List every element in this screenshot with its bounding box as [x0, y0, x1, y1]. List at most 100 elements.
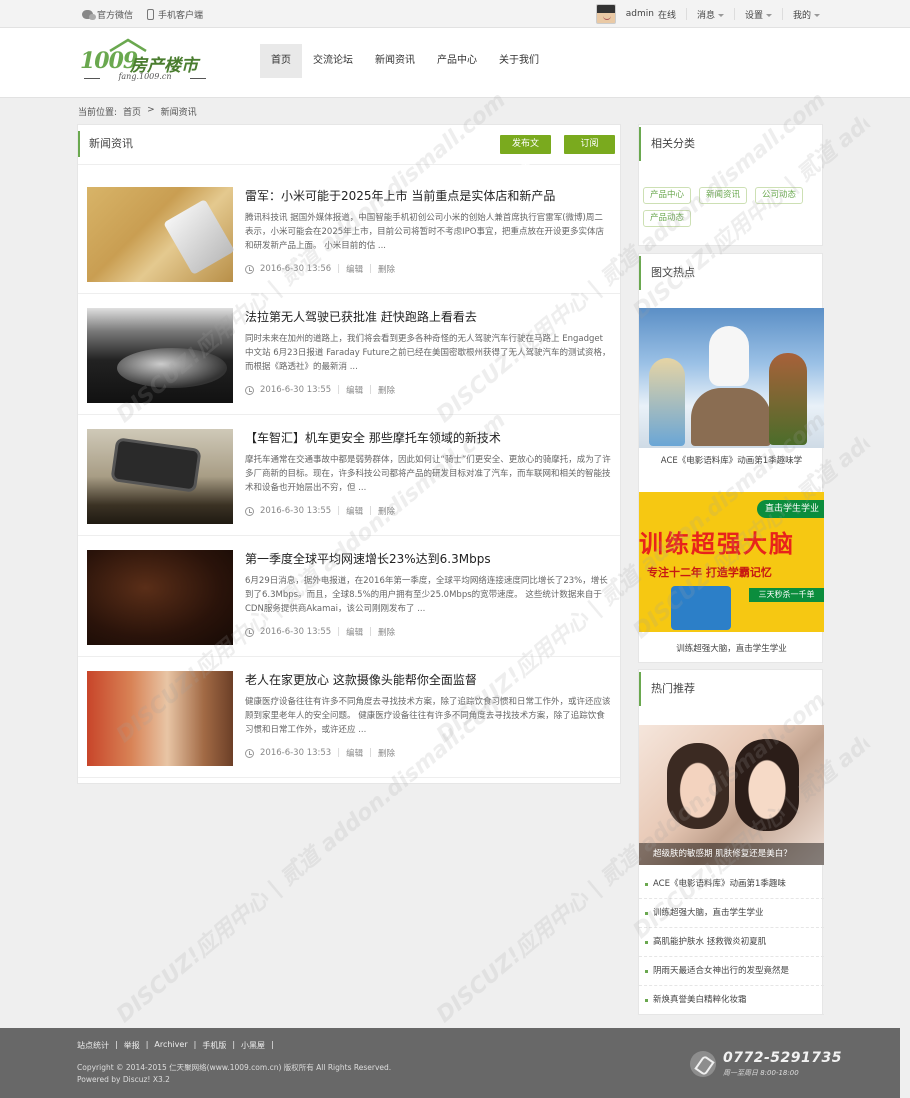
article-thumbnail[interactable]: [87, 671, 233, 766]
nav-news[interactable]: 新闻资讯: [364, 44, 426, 78]
article-thumbnail[interactable]: [87, 550, 233, 645]
list-item[interactable]: 高肌能护肤水 拯救微炎初夏肌: [639, 928, 824, 957]
nav-forum[interactable]: 交流论坛: [302, 44, 364, 78]
article-title[interactable]: 老人在家更放心 这款摄像头能帮你全面监督: [245, 671, 477, 688]
phone-icon: [690, 1051, 716, 1077]
tag-news[interactable]: 新闻资讯: [699, 187, 748, 204]
article-title[interactable]: 【车智汇】机车更安全 那些摩托车领域的新技术: [245, 429, 501, 446]
divider: |: [193, 1040, 197, 1049]
edit-link[interactable]: 编辑: [346, 747, 363, 759]
news-list-title: 新闻资讯: [78, 131, 133, 157]
article-title[interactable]: 第一季度全球平均网速增长23%达到6.3Mbps: [245, 550, 491, 567]
edit-link[interactable]: 编辑: [346, 384, 363, 396]
hotspot-image[interactable]: [639, 308, 824, 448]
divider: |: [337, 506, 341, 516]
divider: |: [337, 627, 341, 637]
divider: |: [369, 385, 372, 395]
wechat-link[interactable]: 官方微信: [82, 8, 133, 21]
avatar[interactable]: [595, 4, 616, 24]
site-logo[interactable]: 1009 房产楼市 fang.1009.cn: [80, 38, 210, 86]
image-figure: [709, 326, 749, 386]
top-bar: 官方微信 手机客户端 admin 在线 消息 设置 我的: [0, 0, 910, 28]
hot-image[interactable]: 超级肤的敏感期 肌肤修复还是美白？: [639, 725, 824, 865]
article-meta: 2016-6-30 13:56 | 编辑 | 删除: [245, 263, 395, 275]
article-time: 2016-6-30 13:53: [260, 748, 332, 758]
username[interactable]: admin: [626, 9, 654, 19]
delete-link[interactable]: 删除: [378, 505, 395, 517]
footer-link-archiver[interactable]: Archiver: [154, 1040, 187, 1051]
online-status: 在线: [657, 10, 676, 21]
article-title[interactable]: 雷军：小米可能于2025年上市 当前重点是实体店和新产品: [245, 187, 555, 204]
tag-products[interactable]: 产品中心: [643, 187, 692, 204]
breadcrumb-home[interactable]: 首页: [123, 105, 141, 118]
settings-menu[interactable]: 设置: [745, 8, 772, 21]
site-header: 1009 房产楼市 fang.1009.cn 首页 交流论坛 新闻资讯 产品中心…: [0, 28, 910, 98]
news-list-panel: 新闻资讯 发布文章 订阅 雷军：小米可能于2025年上市 当前重点是实体店和新产…: [77, 124, 621, 784]
tag-product-news[interactable]: 产品动态: [643, 210, 692, 227]
article-thumbnail[interactable]: [87, 429, 233, 524]
article-thumbnail[interactable]: [87, 308, 233, 403]
list-item[interactable]: ACE《电影语料库》动画第1季趣味: [639, 870, 824, 899]
service-hours: 周一至周日 8:00-18:00: [723, 1069, 799, 1077]
divider: |: [115, 1040, 118, 1049]
footer-link-report[interactable]: 举报: [124, 1040, 140, 1051]
breadcrumb-separator: >: [147, 105, 155, 115]
banner-small: 三天秒杀一千单: [749, 588, 824, 602]
article-summary: 同时未来在加州的道路上，我们将会看到更多各种奇怪的无人驾驶汽车行驶在马路上 En…: [245, 334, 611, 372]
footer-link-blackroom[interactable]: 小黑屋: [241, 1040, 265, 1051]
hot-image-caption: 超级肤的敏感期 肌肤修复还是美白？: [639, 843, 824, 865]
clock-icon: [245, 264, 254, 274]
list-item: 法拉第无人驾驶已获批准 赶快跑路上看看去 同时未来在加州的道路上，我们将会看到更…: [78, 294, 620, 415]
divider: |: [369, 748, 372, 758]
nav-home[interactable]: 首页: [260, 44, 302, 78]
messages-menu[interactable]: 消息: [697, 8, 724, 21]
clock-icon: [245, 506, 254, 516]
delete-link[interactable]: 删除: [378, 747, 395, 759]
edit-link[interactable]: 编辑: [346, 626, 363, 638]
breadcrumb-current[interactable]: 新闻资讯: [161, 105, 197, 118]
related-categories-panel: 相关分类 产品中心 新闻资讯 公司动态 产品动态: [638, 124, 823, 246]
delete-link[interactable]: 删除: [378, 626, 395, 638]
mine-menu[interactable]: 我的: [793, 8, 820, 21]
footer-link-stats[interactable]: 站点统计: [77, 1040, 109, 1051]
messages-label: 消息: [696, 10, 715, 21]
subscribe-button[interactable]: 订阅: [564, 135, 615, 154]
clock-icon: [245, 627, 254, 637]
phone-icon: [147, 8, 155, 20]
tag-company[interactable]: 公司动态: [755, 187, 804, 204]
divider: |: [337, 385, 341, 395]
edit-link[interactable]: 编辑: [346, 505, 363, 517]
site-footer: 站点统计 | 举报 | Archiver | 手机版 | 小黑屋 | Copyright …: [0, 1028, 900, 1098]
publish-article-button[interactable]: 发布文章: [500, 135, 551, 168]
nav-about[interactable]: 关于我们: [488, 44, 550, 78]
mobile-app-link[interactable]: 手机客户端: [147, 8, 203, 21]
delete-link[interactable]: 删除: [378, 263, 395, 275]
hotspot-caption[interactable]: 训练超强大脑，直击学生学业: [639, 642, 824, 654]
article-thumbnail[interactable]: [87, 187, 233, 282]
list-item[interactable]: 新焕真誉美白精粹化妆霜: [639, 986, 824, 1015]
edit-link[interactable]: 编辑: [346, 263, 363, 275]
image-figure: [649, 358, 685, 446]
list-item[interactable]: 训练超强大脑，直击学生学业: [639, 899, 824, 928]
article-summary: 摩托车通常在交通事故中都是弱势群体，因此如何让“骑士”们更安全、更放心的骑摩托，…: [245, 455, 611, 493]
footer-link-mobile[interactable]: 手机版: [202, 1040, 226, 1051]
image-figure: [769, 353, 807, 445]
nav-products[interactable]: 产品中心: [426, 44, 488, 78]
banner-headline: 训练超强大脑: [639, 530, 795, 558]
category-tags: 产品中心 新闻资讯 公司动态 产品动态: [643, 187, 823, 227]
divider: |: [369, 264, 372, 274]
divider: [781, 8, 783, 20]
delete-link[interactable]: 删除: [378, 384, 395, 396]
article-meta: 2016-6-30 13:55 | 编辑 | 删除: [245, 505, 395, 517]
clock-icon: [245, 385, 254, 395]
mine-label: 我的: [792, 10, 811, 21]
divider: [685, 8, 687, 20]
divider: |: [337, 264, 341, 274]
divider: |: [369, 506, 372, 516]
hotspot-image[interactable]: 直击学生学业 训练超强大脑 专注十二年 打造学霸记忆 三天秒杀一千单: [639, 492, 824, 632]
article-meta: 2016-6-30 13:53 | 编辑 | 删除: [245, 747, 395, 759]
article-meta: 2016-6-30 13:55 | 编辑 | 删除: [245, 384, 395, 396]
hotspot-caption[interactable]: ACE《电影语料库》动画第1季趣味学: [639, 454, 824, 466]
list-item[interactable]: 阴雨天最适合女神出行的发型竟然是: [639, 957, 824, 986]
article-title[interactable]: 法拉第无人驾驶已获批准 赶快跑路上看看去: [245, 308, 477, 325]
